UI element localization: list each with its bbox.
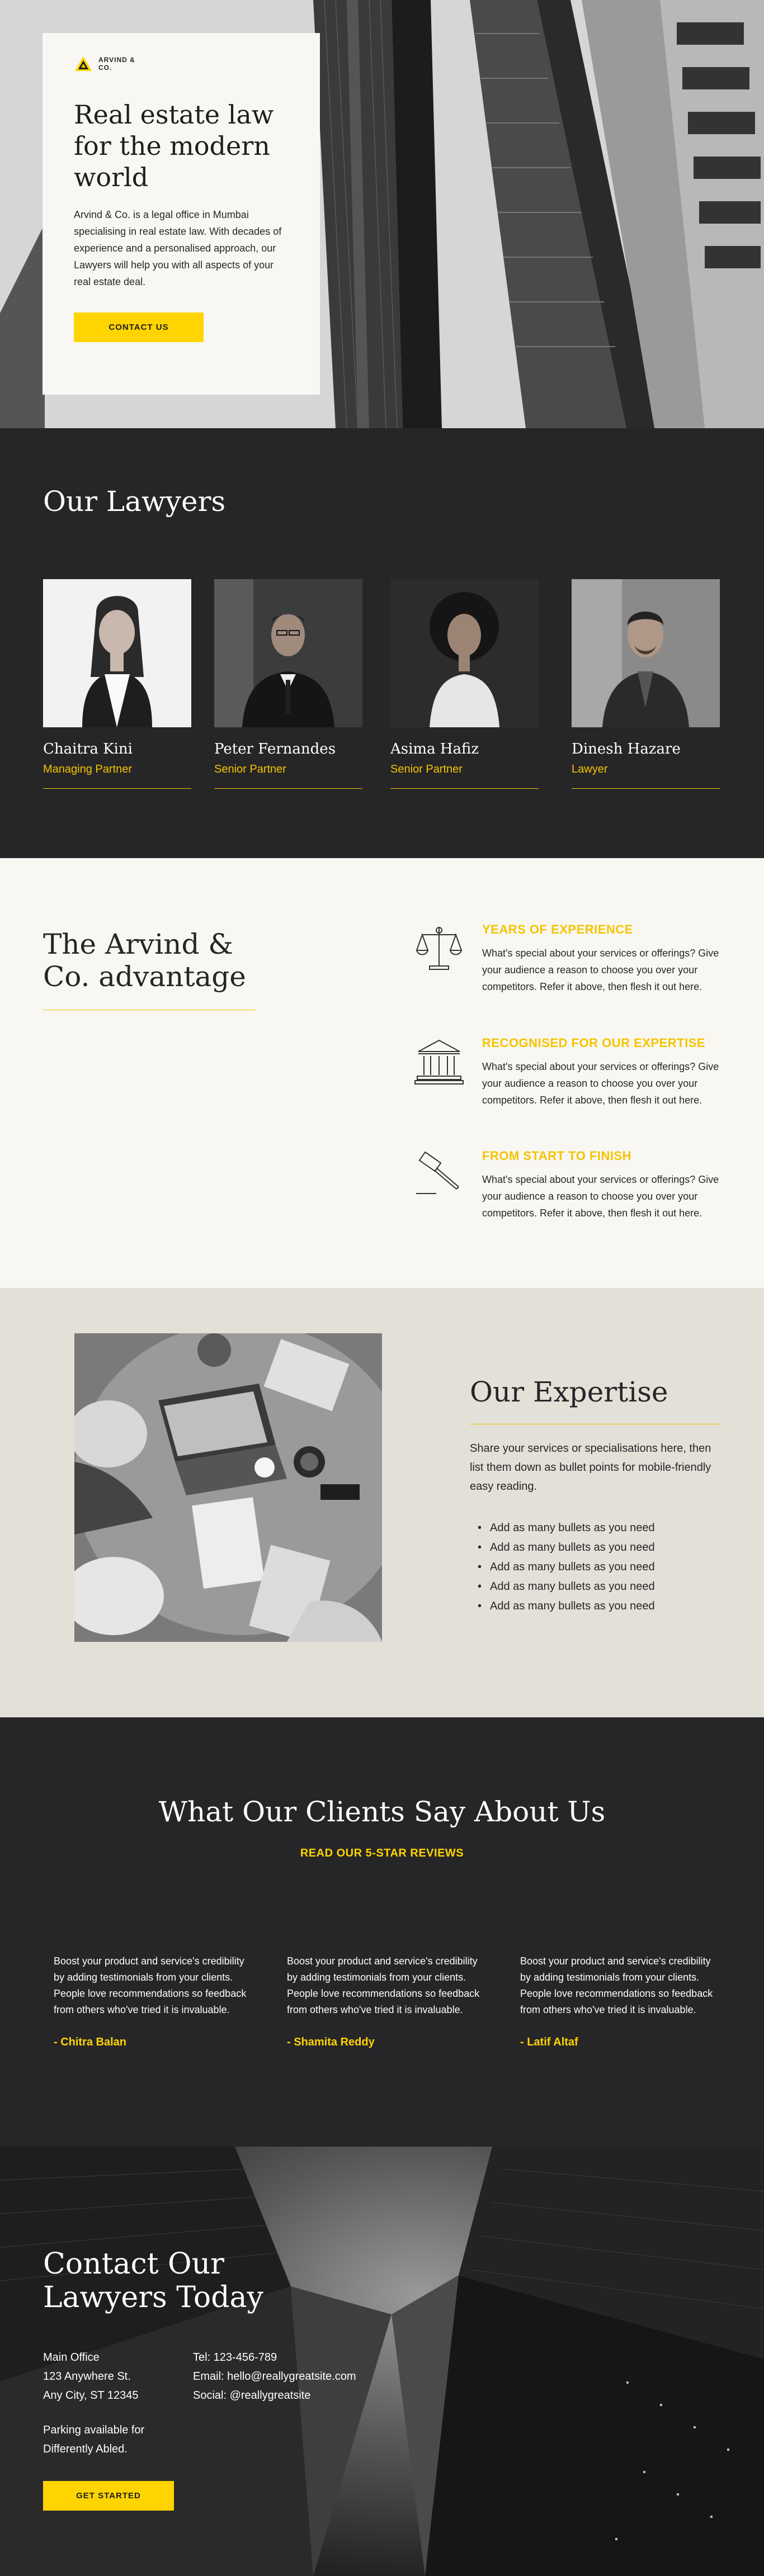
contact-section: Contact Our Lawyers Today Main Office 12… bbox=[0, 2147, 764, 2576]
list-item: Add as many bullets as you need bbox=[478, 1597, 655, 1616]
logo-text: ARVIND & CO. bbox=[98, 56, 135, 72]
brand-logo[interactable]: ARVIND & CO. bbox=[74, 55, 289, 72]
expertise-title: Our Expertise bbox=[470, 1376, 721, 1424]
testimonial-quote: Boost your product and service's credibi… bbox=[520, 1955, 713, 2015]
lawyer-name: Asima Hafiz bbox=[390, 741, 479, 757]
list-item: Add as many bullets as you need bbox=[478, 1538, 655, 1557]
lawyer-card[interactable]: Peter Fernandes Senior Partner bbox=[214, 579, 362, 789]
testimonial-quote: Boost your product and service's credibi… bbox=[287, 1955, 480, 2015]
advantage-body: What's special about your services or of… bbox=[482, 1174, 719, 1219]
testimonials-section: What Our Clients Say About Us READ OUR 5… bbox=[0, 1717, 764, 2147]
hero-title: Real estate law for the modern world bbox=[74, 100, 274, 192]
contact-details: Tel: 123-456-789 Email: hello@reallygrea… bbox=[193, 2348, 356, 2405]
lawyer-photo bbox=[43, 579, 191, 727]
parking-line: Parking available for bbox=[43, 2424, 145, 2436]
testimonial-card: Boost your product and service's credibi… bbox=[54, 1953, 252, 2049]
testimonial-card: Boost your product and service's credibi… bbox=[520, 1953, 719, 2049]
advantage-heading: FROM START TO FINISH bbox=[482, 1149, 632, 1163]
get-started-button[interactable]: GET STARTED bbox=[43, 2481, 174, 2511]
lawyer-card[interactable]: Asima Hafiz Senior Partner bbox=[390, 579, 539, 789]
lawyer-name: Chaitra Kini bbox=[43, 741, 133, 757]
advantage-item: YEARS OF EXPERIENCE What's special about… bbox=[414, 922, 727, 995]
list-item: Add as many bullets as you need bbox=[478, 1577, 655, 1597]
expertise-section: Our Expertise Share your services or spe… bbox=[0, 1288, 764, 1717]
lawyer-name: Dinesh Hazare bbox=[572, 741, 681, 757]
testimonial-quote: Boost your product and service's credibi… bbox=[54, 1955, 247, 2015]
social-link[interactable]: Social: @reallygreatsite bbox=[193, 2386, 356, 2405]
lawyer-card[interactable]: Dinesh Hazare Lawyer bbox=[572, 579, 720, 789]
expertise-list: Add as many bullets as you need Add as m… bbox=[478, 1518, 655, 1616]
testimonial-card: Boost your product and service's credibi… bbox=[287, 1953, 485, 2049]
advantage-body: What's special about your services or of… bbox=[482, 948, 719, 992]
hero-card: ARVIND & CO. Real estate law for the mod… bbox=[43, 33, 320, 395]
address-line: 123 Anywhere St. bbox=[43, 2370, 131, 2383]
lawyer-photo bbox=[214, 579, 362, 727]
advantage-item: FROM START TO FINISH What's special abou… bbox=[414, 1149, 727, 1221]
office-address: Main Office 123 Anywhere St. Any City, S… bbox=[43, 2348, 138, 2405]
hero-section: ARVIND & CO. Real estate law for the mod… bbox=[0, 0, 764, 428]
advantage-heading: RECOGNISED FOR OUR EXPERTISE bbox=[482, 1036, 706, 1050]
lawyer-name: Peter Fernandes bbox=[214, 741, 336, 757]
testimonial-author: - Chitra Balan bbox=[54, 2036, 127, 2048]
gavel-icon bbox=[416, 1151, 459, 1194]
expertise-photo bbox=[74, 1333, 382, 1642]
expertise-description: Share your services or specialisations h… bbox=[470, 1442, 711, 1493]
parking-line: Differently Abled. bbox=[43, 2443, 128, 2455]
address-line: Any City, ST 12345 bbox=[43, 2389, 139, 2402]
advantage-title: The Arvind & Co. advantage bbox=[43, 928, 256, 1010]
advantage-section: The Arvind & Co. advantage YEARS OF EXPE… bbox=[0, 858, 764, 1288]
list-item: Add as many bullets as you need bbox=[478, 1518, 655, 1538]
reviews-link[interactable]: READ OUR 5-STAR REVIEWS bbox=[0, 1847, 764, 1860]
scales-icon bbox=[416, 927, 463, 970]
address-line: Main Office bbox=[43, 2351, 100, 2364]
testimonials-title: What Our Clients Say About Us bbox=[158, 1796, 606, 1828]
lawyer-role: Lawyer bbox=[572, 763, 720, 789]
lawyer-role: Managing Partner bbox=[43, 763, 191, 789]
lawyer-role: Senior Partner bbox=[390, 763, 539, 789]
testimonial-author: - Latif Altaf bbox=[520, 2036, 578, 2048]
lawyers-title: Our Lawyers bbox=[43, 485, 226, 518]
lawyer-photo bbox=[572, 579, 720, 727]
logo-icon bbox=[75, 56, 92, 71]
testimonial-author: - Shamita Reddy bbox=[287, 2036, 375, 2048]
advantage-body: What's special about your services or of… bbox=[482, 1061, 719, 1106]
lawyers-section: Our Lawyers Chaitra Kini Managing Partne… bbox=[0, 428, 764, 858]
phone-text[interactable]: Tel: 123-456-789 bbox=[193, 2348, 356, 2367]
advantage-heading: YEARS OF EXPERIENCE bbox=[482, 922, 633, 936]
lawyer-photo bbox=[390, 579, 539, 727]
lawyer-card[interactable]: Chaitra Kini Managing Partner bbox=[43, 579, 191, 789]
hero-description: Arvind & Co. is a legal office in Mumbai… bbox=[74, 209, 282, 287]
email-link[interactable]: Email: hello@reallygreatsite.com bbox=[193, 2367, 356, 2386]
advantage-item: RECOGNISED FOR OUR EXPERTISE What's spec… bbox=[414, 1036, 727, 1109]
list-item: Add as many bullets as you need bbox=[478, 1557, 655, 1577]
contact-title: Contact Our Lawyers Today bbox=[43, 2247, 263, 2314]
contact-us-button[interactable]: CONTACT US bbox=[74, 312, 204, 342]
lawyer-role: Senior Partner bbox=[214, 763, 362, 789]
parking-note: Parking available for Differently Abled. bbox=[43, 2421, 144, 2459]
courthouse-icon bbox=[414, 1039, 464, 1085]
